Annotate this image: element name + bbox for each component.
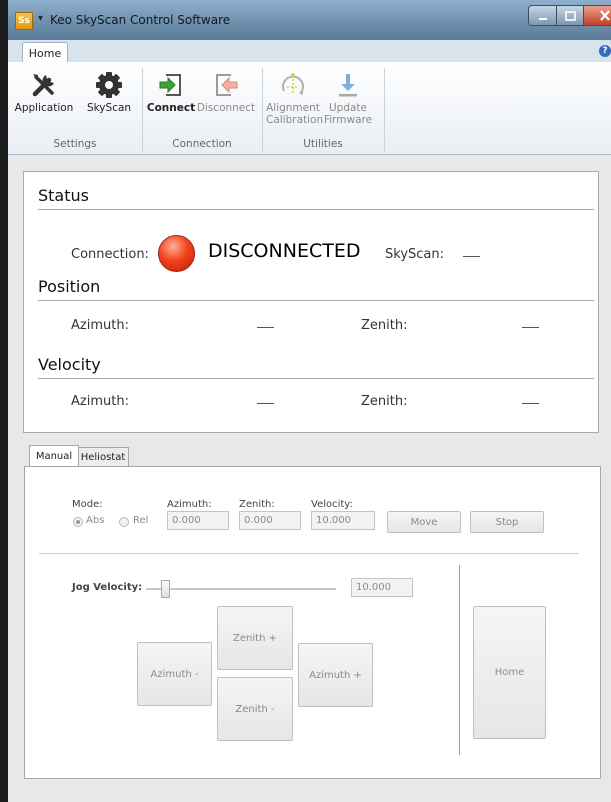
title-bar: Ss ▾ Keo SkyScan Control Software — [8, 0, 611, 40]
jog-velocity-slider-track[interactable] — [146, 588, 336, 590]
help-icon[interactable]: ? — [599, 45, 611, 57]
connect-button[interactable]: Connect — [146, 68, 196, 114]
tab-heliostat[interactable]: Heliostat — [77, 447, 129, 466]
zenith-plus-button[interactable]: Zenith + — [217, 606, 293, 670]
close-icon — [600, 10, 610, 21]
position-azimuth-value-empty — [257, 327, 274, 328]
connection-indicator-led — [158, 235, 195, 272]
mode-rel-radio[interactable] — [119, 517, 129, 527]
close-button[interactable] — [583, 5, 611, 26]
minimize-button[interactable] — [528, 5, 557, 26]
app-window: Ss ▾ Keo SkyScan Control Software Home ? — [8, 0, 611, 802]
ribbon-group-divider — [142, 68, 143, 152]
skyscan-label: SkyScan: — [385, 247, 444, 262]
ribbon-group-divider — [384, 68, 385, 152]
update-firmware-button[interactable]: Update Firmware — [320, 68, 376, 126]
velocity-heading: Velocity — [38, 355, 101, 374]
connection-status-value: DISCONNECTED — [208, 240, 361, 262]
download-icon — [339, 74, 357, 97]
skyscan-settings-button[interactable]: SkyScan — [78, 68, 140, 114]
zenith-input-label: Zenith: — [239, 499, 275, 510]
mode-rel-label: Rel — [133, 515, 149, 526]
move-button[interactable]: Move — [387, 511, 461, 533]
tools-icon — [32, 74, 54, 97]
minimize-icon — [538, 17, 547, 20]
utilities-group-label: Utilities — [303, 138, 343, 150]
jog-velocity-label: Jog Velocity: — [72, 582, 143, 593]
section-divider — [38, 209, 594, 210]
velocity-azimuth-label: Azimuth: — [71, 394, 129, 409]
application-button-label: Application — [14, 102, 74, 114]
gear-icon — [96, 72, 122, 98]
connect-button-label: Connect — [146, 102, 196, 114]
azimuth-input[interactable]: 0.000 — [167, 511, 229, 530]
velocity-input[interactable]: 10.000 — [311, 511, 375, 530]
section-divider — [38, 300, 594, 301]
position-heading: Position — [38, 277, 101, 296]
tab-manual[interactable]: Manual — [29, 445, 79, 466]
ribbon: Application SkyScan Settings Connect Dis… — [8, 62, 611, 155]
velocity-input-label: Velocity: — [311, 499, 353, 510]
settings-group-label: Settings — [53, 138, 97, 150]
connection-group-label: Connection — [172, 138, 232, 150]
disconnect-button-label: Disconnect — [196, 102, 256, 114]
alignment-icon — [282, 73, 304, 95]
disconnect-button[interactable]: Disconnect — [196, 68, 256, 114]
home-button[interactable]: Home — [473, 606, 546, 739]
mode-abs-radio[interactable] — [73, 517, 83, 527]
window-title: Keo SkyScan Control Software — [50, 13, 231, 27]
zenith-input[interactable]: 0.000 — [239, 511, 301, 530]
velocity-zenith-label: Zenith: — [361, 394, 408, 409]
vertical-divider — [459, 565, 460, 755]
skyscan-button-label: SkyScan — [86, 102, 132, 114]
mode-abs-label: Abs — [86, 515, 105, 526]
ribbon-tab-strip: Home ? — [8, 40, 611, 63]
app-icon: Ss — [15, 12, 33, 30]
maximize-icon — [564, 10, 576, 21]
velocity-azimuth-value-empty — [257, 403, 274, 404]
skyscan-value-empty — [463, 256, 480, 257]
azimuth-plus-button[interactable]: Azimuth + — [298, 643, 373, 707]
application-settings-button[interactable]: Application — [10, 68, 78, 114]
position-azimuth-label: Azimuth: — [71, 318, 129, 333]
connection-label: Connection: — [71, 247, 149, 262]
zenith-minus-button[interactable]: Zenith - — [217, 677, 293, 741]
position-zenith-value-empty — [522, 327, 539, 328]
alignment-button-label-2: Calibration — [266, 114, 324, 126]
update-button-label-1: Update — [328, 102, 368, 114]
main-area: Status Connection: DISCONNECTED SkyScan:… — [8, 155, 611, 802]
ribbon-group-divider — [262, 68, 263, 152]
azimuth-minus-button[interactable]: Azimuth - — [137, 642, 212, 706]
section-divider — [38, 378, 594, 379]
azimuth-input-label: Azimuth: — [167, 499, 212, 510]
jog-velocity-slider-thumb[interactable] — [161, 580, 170, 598]
mode-label: Mode: — [72, 499, 103, 510]
velocity-zenith-value-empty — [522, 403, 539, 404]
alignment-calibration-button[interactable]: Alignment Calibration — [266, 68, 324, 126]
position-zenith-label: Zenith: — [361, 318, 408, 333]
quick-access-dropdown-icon[interactable]: ▾ — [38, 13, 43, 24]
disconnect-icon — [216, 74, 238, 96]
status-panel: Status Connection: DISCONNECTED SkyScan:… — [23, 171, 599, 433]
jog-velocity-input[interactable]: 10.000 — [351, 578, 413, 597]
update-button-label-2: Firmware — [323, 114, 373, 126]
alignment-button-label-1: Alignment — [266, 102, 320, 114]
status-heading: Status — [38, 186, 89, 205]
section-divider — [39, 553, 579, 554]
ribbon-tab-home[interactable]: Home — [22, 42, 68, 63]
stop-button[interactable]: Stop — [470, 511, 544, 533]
maximize-button[interactable] — [556, 5, 584, 26]
manual-tab-panel: Mode: Azimuth: Zenith: Velocity: Abs Rel… — [24, 466, 601, 779]
connect-icon — [159, 74, 181, 96]
